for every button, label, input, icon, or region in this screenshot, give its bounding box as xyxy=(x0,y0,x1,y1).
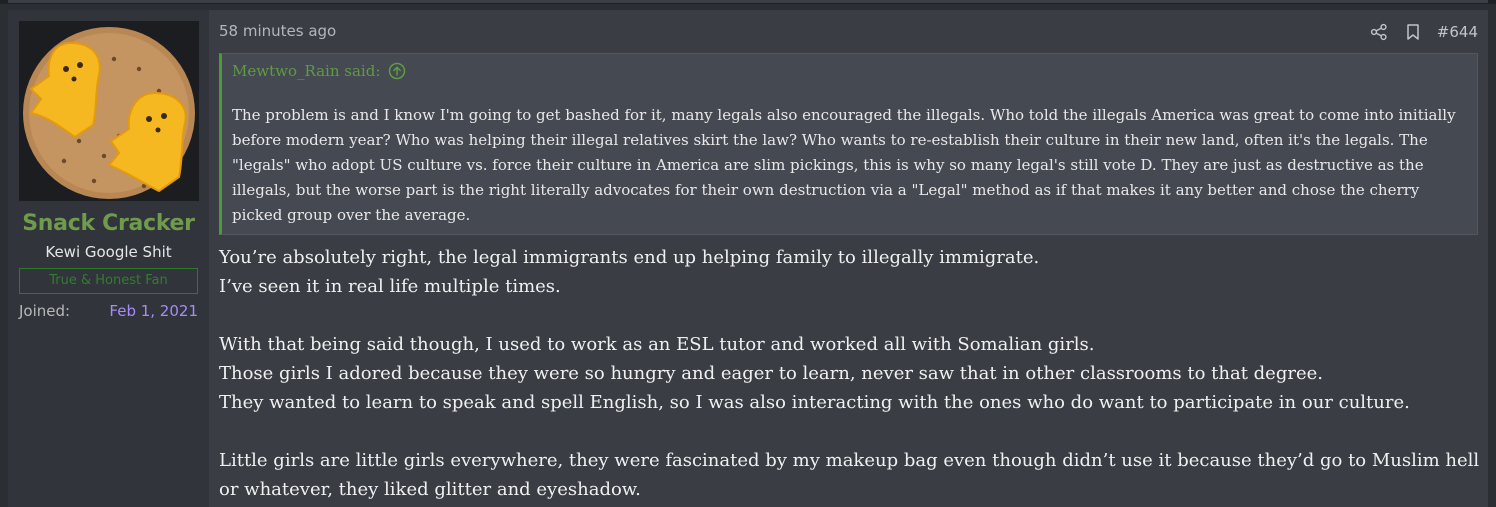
quote-text: The problem is and I know I'm going to g… xyxy=(232,106,1456,224)
username[interactable]: Snack Cracker xyxy=(8,211,209,236)
content-line: I’ve seen it in real life multiple times… xyxy=(219,276,561,297)
arrow-up-circle-icon[interactable] xyxy=(388,62,406,80)
user-title: Kewi Google Shit xyxy=(45,243,172,261)
top-strip xyxy=(0,0,1496,4)
previous-post-edge xyxy=(8,0,1488,3)
quote-author[interactable]: Mewtwo_Rain said: xyxy=(232,62,380,80)
post-content: You’re absolutely right, the legal immig… xyxy=(219,243,1481,504)
content-line: Those girls I adored because they were s… xyxy=(219,363,1323,384)
avatar[interactable] xyxy=(19,21,199,201)
post-timestamp[interactable]: 58 minutes ago xyxy=(219,22,336,40)
joined-label: Joined: xyxy=(19,302,71,320)
joined-date: Feb 1, 2021 xyxy=(109,302,198,320)
content-line: With that being said though, I used to w… xyxy=(219,334,1095,355)
quote-block: Mewtwo_Rain said: The problem is and I k… xyxy=(219,53,1478,235)
crackers-with-cheese-ghosts-avatar xyxy=(19,21,199,201)
content-line: They wanted to learn to speak and spell … xyxy=(219,392,1410,413)
share-icon[interactable] xyxy=(1369,22,1389,42)
user-sidebar: Snack Cracker Kewi Google Shit True & Ho… xyxy=(8,10,209,507)
quote-header[interactable]: Mewtwo_Rain said: xyxy=(232,62,406,80)
content-line: You’re absolutely right, the legal immig… xyxy=(219,247,1040,268)
post-number-link[interactable]: #644 xyxy=(1437,23,1478,41)
bookmark-icon[interactable] xyxy=(1403,22,1423,42)
post-actions: #644 xyxy=(1369,20,1478,44)
content-line: Little girls are little girls everywhere… xyxy=(219,450,1480,500)
forum-post: Snack Cracker Kewi Google Shit True & Ho… xyxy=(8,10,1488,507)
user-banner: True & Honest Fan xyxy=(19,268,198,294)
